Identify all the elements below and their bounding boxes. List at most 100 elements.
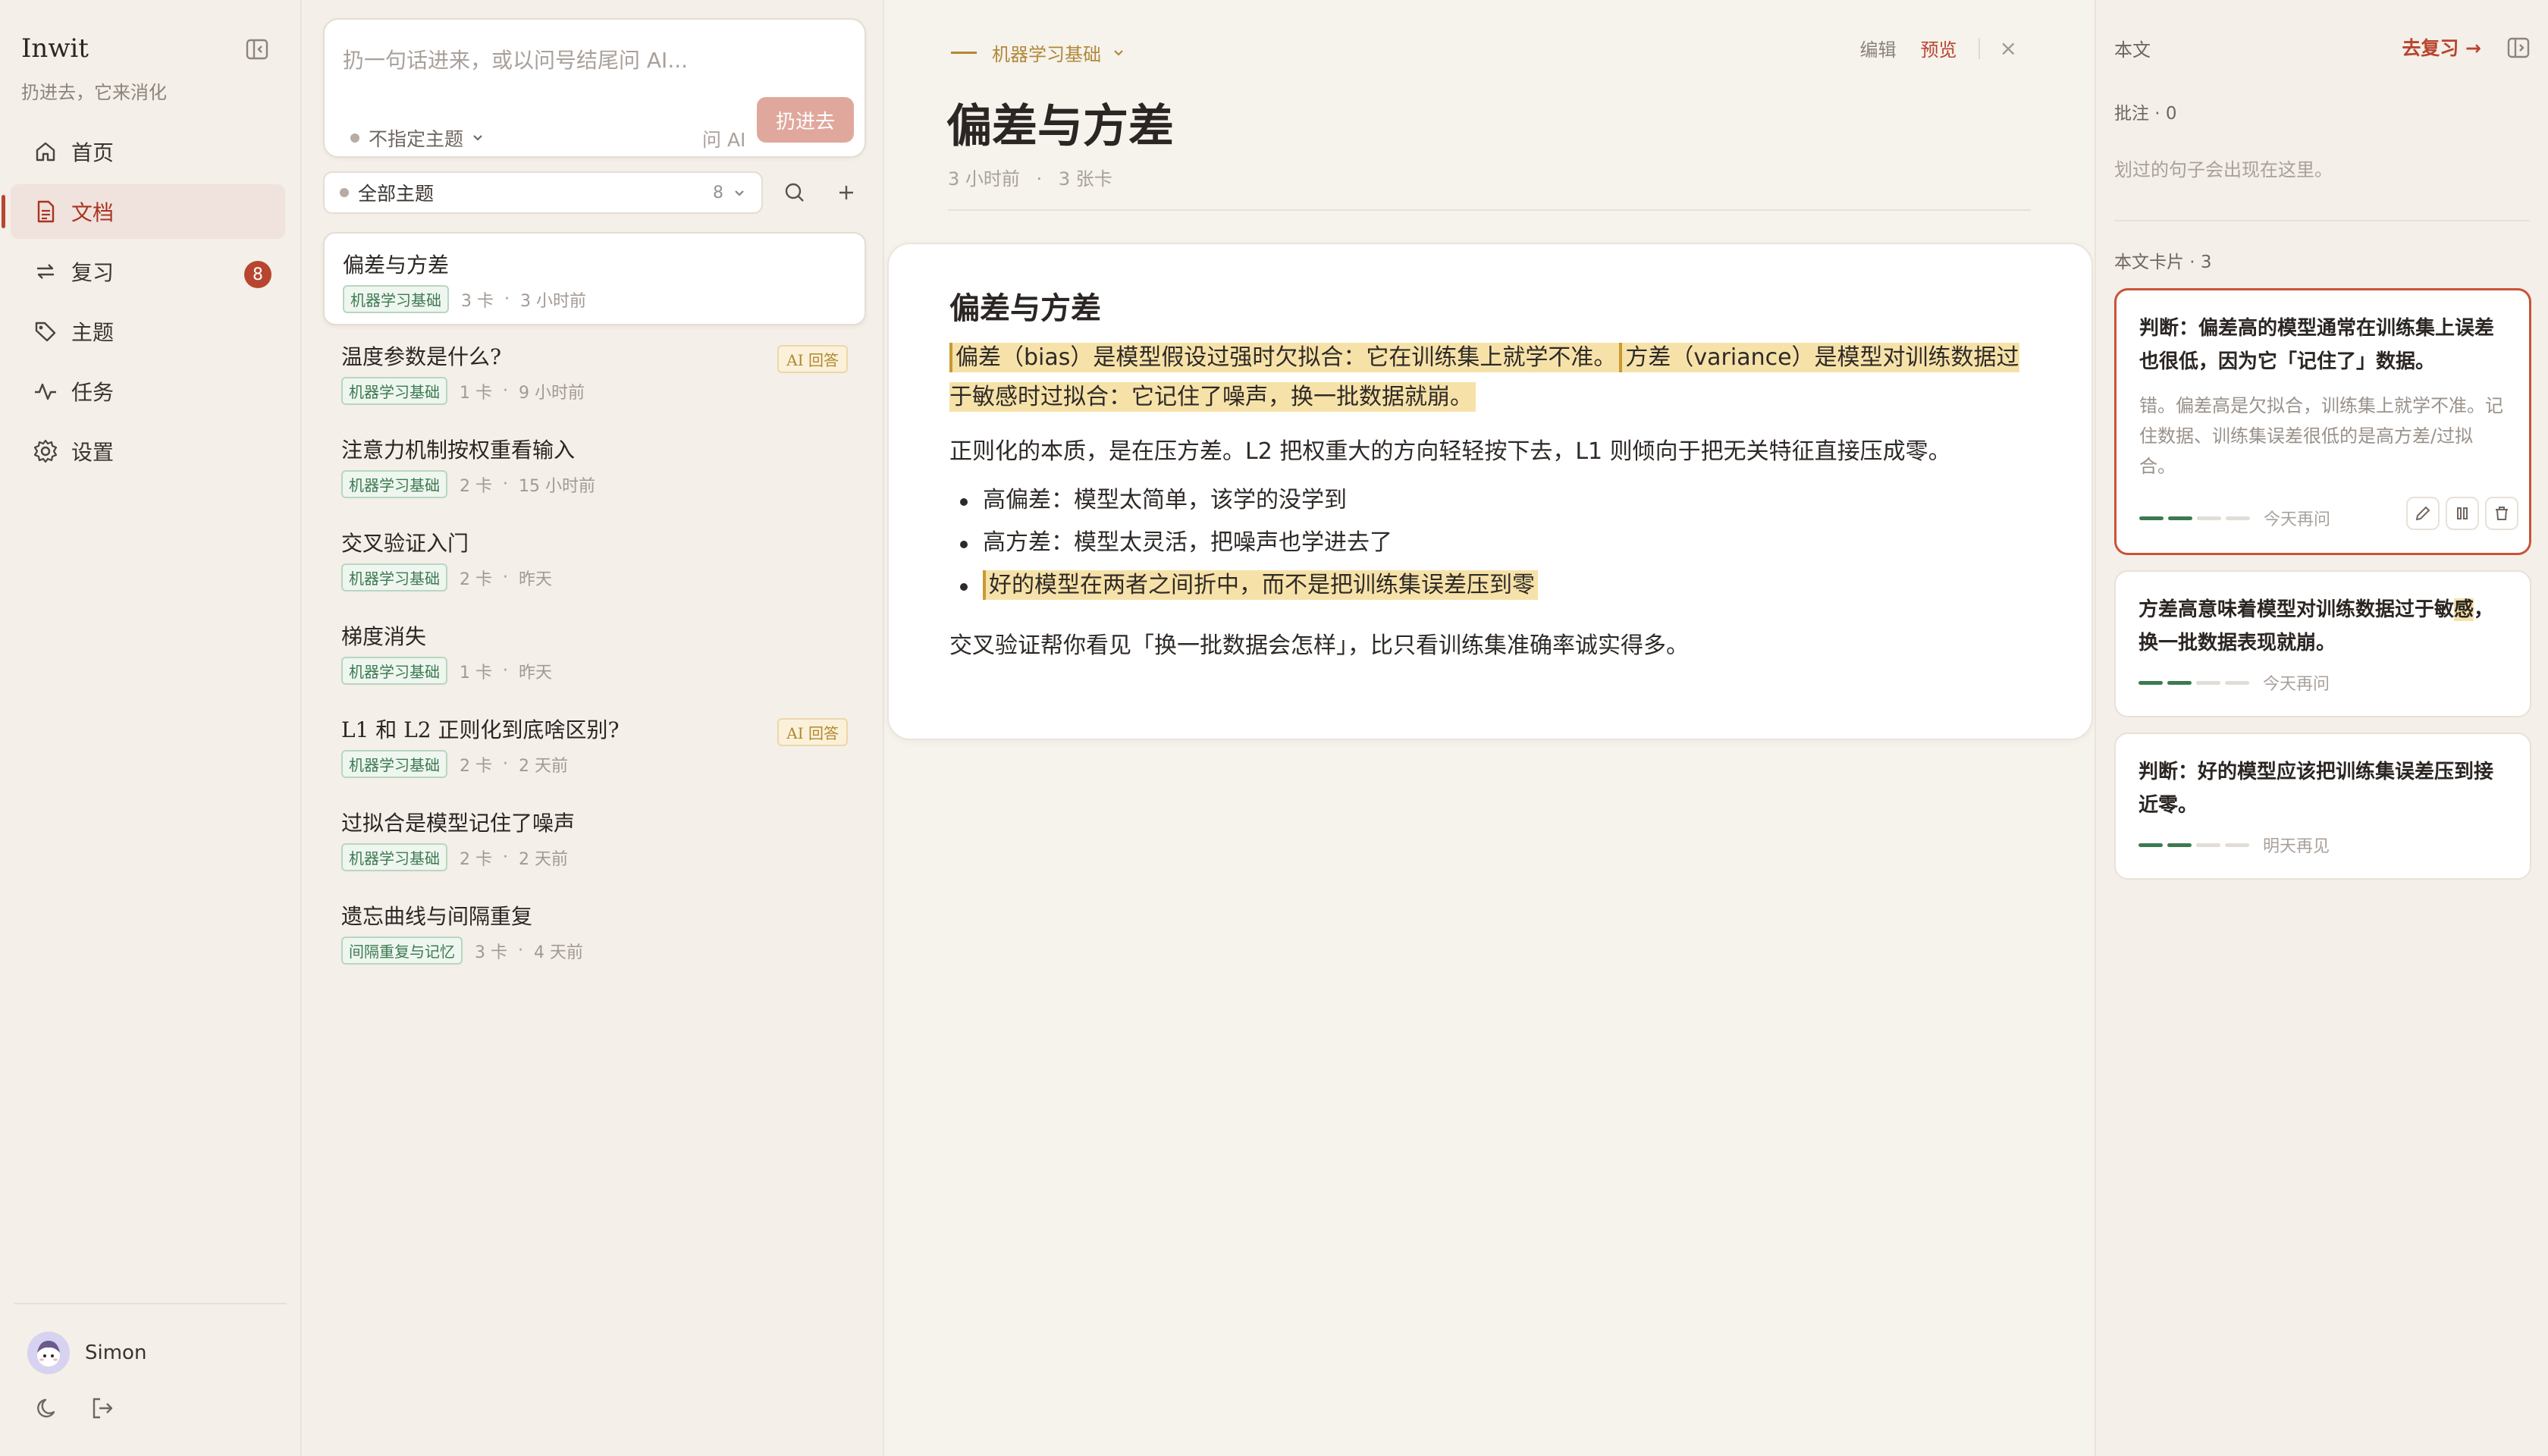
topic-tag: 机器学习基础 <box>341 377 447 405</box>
document-list-panel: 扔一句话进来，或以问号结尾问 AI... 不指定主题 问 AI 扔进去 全部主题… <box>303 0 884 1456</box>
panel-collapse-icon[interactable] <box>2506 35 2531 61</box>
card-count: 1 卡 <box>460 383 492 403</box>
activity-icon <box>32 378 59 405</box>
mastery-bars <box>2139 516 2250 520</box>
doc-time: 3 小时前 <box>948 168 1020 190</box>
breadcrumb[interactable]: 机器学习基础 <box>951 39 1127 66</box>
doc-meta: 机器学习基础 3 卡 · 3 小时前 <box>343 285 864 313</box>
list-item[interactable]: 遗忘曲线与间隔重复 间隔重复与记忆 3 卡 · 4 天前 <box>323 885 866 978</box>
card-footer: 今天再问 <box>2139 506 2330 530</box>
list-item[interactable]: 偏差与方差 机器学习基础 3 卡 · 3 小时前 <box>323 232 866 325</box>
highlight-tradeoff[interactable]: 好的模型在两者之间折中，而不是把训练集误差压到零 <box>983 570 1538 600</box>
list-item[interactable]: 温度参数是什么? AI 回答 机器学习基础 1 卡 · 9 小时前 <box>323 325 866 419</box>
list-item[interactable]: 交叉验证入门 机器学习基础 2 卡 · 昨天 <box>323 512 866 605</box>
card-count: 2 卡 <box>460 476 492 496</box>
nav-label: 文档 <box>71 200 115 225</box>
review-count-badge: 8 <box>244 261 271 288</box>
topic-filter-select[interactable]: 全部主题 8 <box>323 171 763 214</box>
list-item[interactable]: 梯度消失 机器学习基础 1 卡 · 昨天 <box>323 605 866 698</box>
moon-icon[interactable] <box>33 1394 62 1423</box>
doc-meta: 机器学习基础 2 卡 · 2 天前 <box>341 750 866 778</box>
ask-ai-button[interactable]: 问 AI <box>702 125 745 152</box>
nav-item-home[interactable]: 首页 <box>11 124 285 179</box>
edit-tab[interactable]: 编辑 <box>1860 35 1897 61</box>
flashcard[interactable]: 方差高意味着模型对训练数据过于敏感，换一批数据表现就崩。 今天再问 <box>2114 570 2531 717</box>
card-question: 判断：好的模型应该把训练集误差压到接近零。 <box>2138 761 2494 817</box>
topic-tag: 间隔重复与记忆 <box>341 937 463 965</box>
capture-input[interactable]: 扔一句话进来，或以问号结尾问 AI... <box>343 44 688 74</box>
preview-tab[interactable]: 预览 <box>1921 35 1957 61</box>
sidebar-divider <box>14 1303 287 1304</box>
meta-separator: · <box>503 848 508 867</box>
doc-time: 15 小时前 <box>519 476 595 496</box>
doc-meta: 间隔重复与记忆 3 卡 · 4 天前 <box>341 937 866 965</box>
cards-label: 本文卡片 · 3 <box>2114 253 2212 272</box>
due-label: 今天再问 <box>2263 675 2330 694</box>
logout-icon[interactable] <box>88 1394 117 1423</box>
nav-label: 复习 <box>71 260 115 285</box>
user-profile[interactable]: Simon <box>27 1332 146 1374</box>
topic-dot-icon <box>350 133 359 143</box>
meta-separator: · <box>518 941 523 960</box>
topic-tag: 机器学习基础 <box>341 563 447 592</box>
doc-title: 遗忘曲线与间隔重复 <box>341 904 533 929</box>
go-review-button[interactable]: 去复习 → <box>2402 33 2481 61</box>
card-count: 2 卡 <box>460 570 492 589</box>
trash-icon[interactable] <box>2485 497 2518 530</box>
add-icon[interactable] <box>831 177 861 208</box>
pause-icon[interactable] <box>2446 497 2479 530</box>
flashcard[interactable]: 判断：偏差高的模型通常在训练集上误差也很低，因为它「记住了」数据。 错。偏差高是… <box>2114 288 2531 555</box>
doc-meta: 机器学习基础 2 卡 · 2 天前 <box>341 843 866 871</box>
card-question-text: 方差高意味着模型对训练数据过于敏 <box>2138 598 2455 621</box>
meta-separator: · <box>503 661 508 680</box>
nav-item-topics[interactable]: 主题 <box>11 304 285 359</box>
edit-icon[interactable] <box>2406 497 2440 530</box>
card-count: 2 卡 <box>460 849 492 869</box>
doc-time: 4 天前 <box>534 943 583 962</box>
doc-meta: 机器学习基础 1 卡 · 9 小时前 <box>341 377 866 405</box>
card-actions <box>2406 497 2518 530</box>
card-count: 3 卡 <box>475 943 507 962</box>
sidebar-footer <box>33 1394 117 1423</box>
doc-time: 9 小时前 <box>519 383 585 403</box>
tag-icon <box>32 318 59 345</box>
review-icon <box>32 258 59 285</box>
list-item: 好的模型在两者之间折中，而不是把训练集误差压到零 <box>949 564 2011 607</box>
doc-title: 注意力机制按权重看输入 <box>341 438 576 463</box>
card-count: 3 张卡 <box>1058 168 1112 190</box>
nav-item-review[interactable]: 复习 8 <box>11 244 285 299</box>
filter-count: 8 <box>713 184 723 202</box>
list-item: 高方差：模型太灵活，把噪声也学进去了 <box>949 522 2011 564</box>
search-icon[interactable] <box>780 177 810 208</box>
meta-separator: · <box>503 381 508 400</box>
doc-meta: 机器学习基础 1 卡 · 昨天 <box>341 657 866 685</box>
mastery-bars <box>2138 843 2249 847</box>
doc-meta: 机器学习基础 2 卡 · 15 小时前 <box>341 470 866 498</box>
sidebar-collapse-icon[interactable] <box>244 36 270 62</box>
gear-icon <box>32 438 59 465</box>
nav-item-documents[interactable]: 文档 <box>2 184 285 239</box>
page-meta: 3 小时前 · 3 张卡 <box>948 164 1112 190</box>
panel-title: 本文 <box>2114 39 2151 61</box>
submit-button[interactable]: 扔进去 <box>757 97 854 143</box>
topic-select[interactable]: 不指定主题 <box>350 124 486 152</box>
filter-label: 全部主题 <box>358 183 435 205</box>
user-name: Simon <box>85 1341 147 1364</box>
flashcard[interactable]: 判断：好的模型应该把训练集误差压到接近零。 明天再见 <box>2114 733 2531 880</box>
nav-item-tasks[interactable]: 任务 <box>11 364 285 419</box>
list-item[interactable]: 注意力机制按权重看输入 机器学习基础 2 卡 · 15 小时前 <box>323 419 866 512</box>
doc-time: 2 天前 <box>519 756 568 776</box>
close-icon[interactable]: × <box>2000 36 2017 61</box>
card-question-text: 。 <box>2316 632 2336 654</box>
list-item[interactable]: 过拟合是模型记住了噪声 机器学习基础 2 卡 · 2 天前 <box>323 792 866 885</box>
meta-separator: · <box>1036 168 1043 190</box>
doc-title: 梯度消失 <box>341 624 427 649</box>
notes-empty-hint: 划过的句子会出现在这里。 <box>2114 159 2333 180</box>
doc-title: 交叉验证入门 <box>341 531 469 556</box>
meta-separator: · <box>503 475 508 494</box>
nav-item-settings[interactable]: 设置 <box>11 424 285 479</box>
list-item[interactable]: L1 和 L2 正则化到底啥区别? AI 回答 机器学习基础 2 卡 · 2 天前 <box>323 698 866 792</box>
highlight-bias[interactable]: 偏差（bias）是模型假设过强时欠拟合：它在训练集上就学不准。 <box>949 343 1620 372</box>
ai-answer-badge: AI 回答 <box>777 718 848 746</box>
quick-capture-composer: 扔一句话进来，或以问号结尾问 AI... 不指定主题 问 AI 扔进去 <box>323 18 866 158</box>
